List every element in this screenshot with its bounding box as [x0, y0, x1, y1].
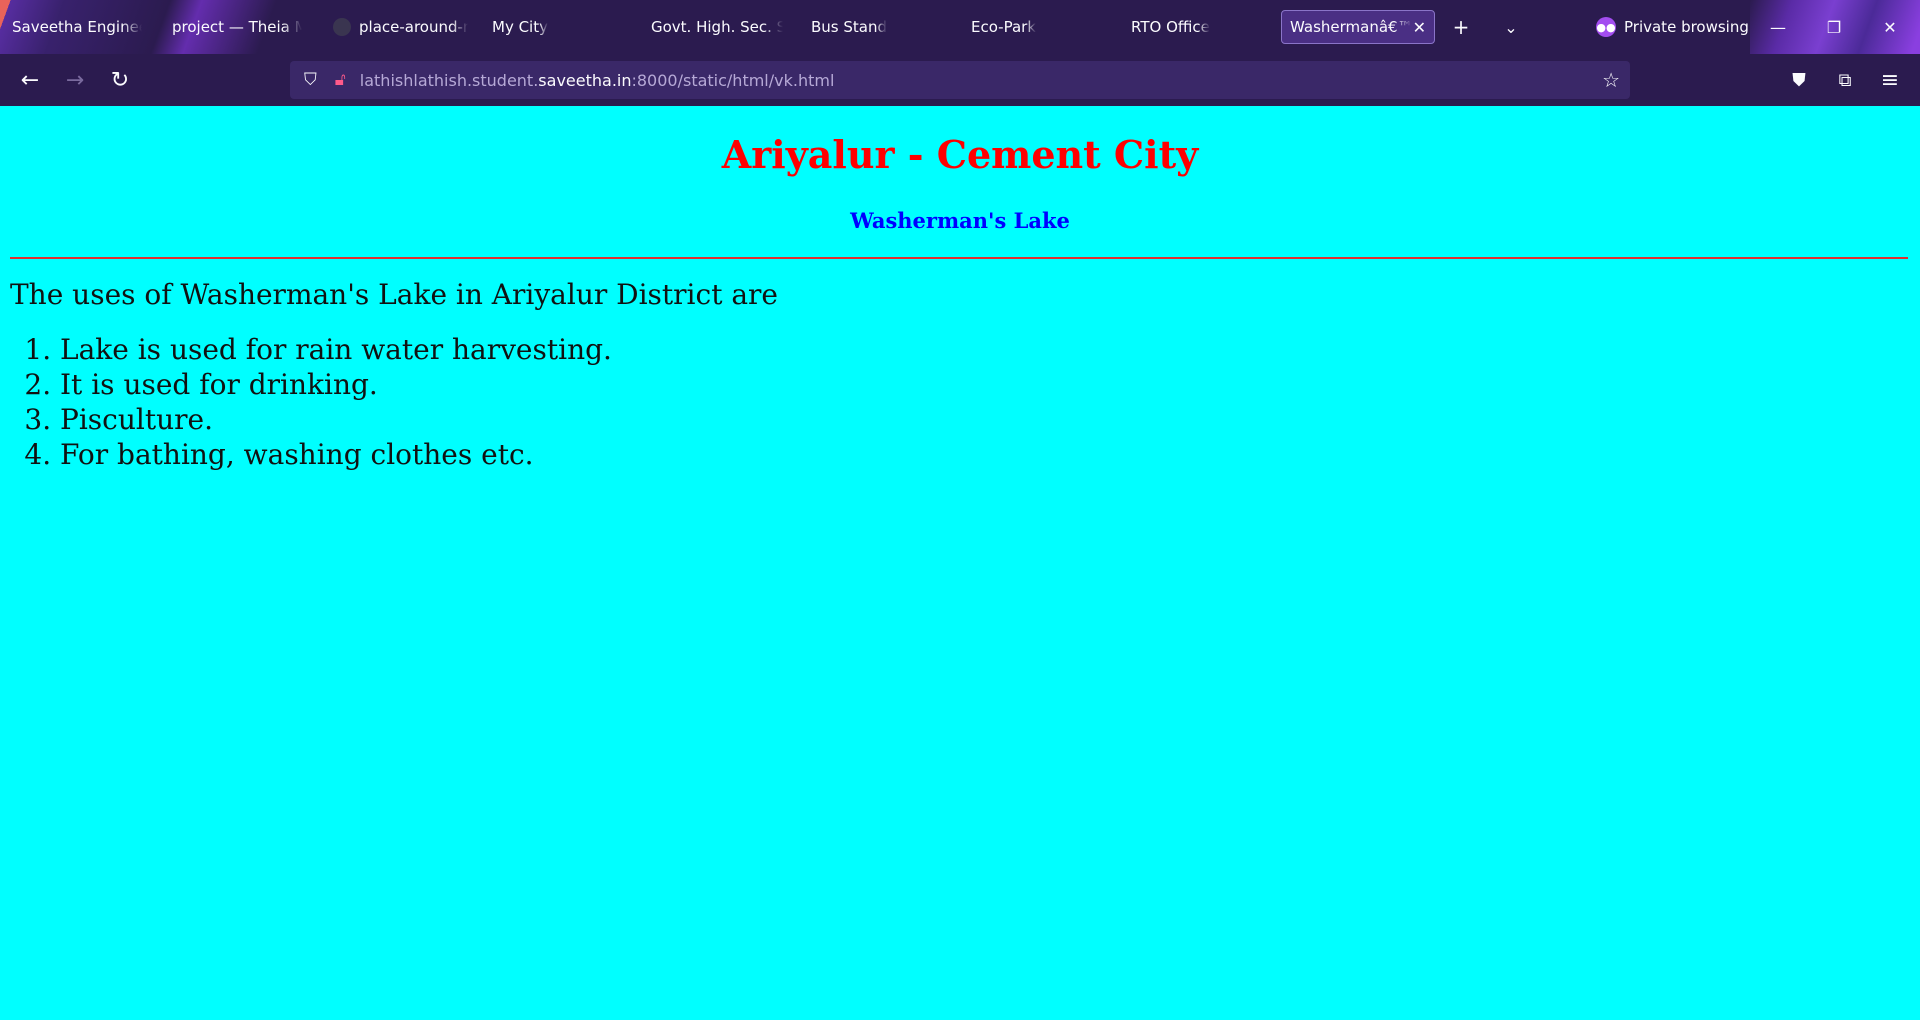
pocket-button[interactable]: ⛊ [1782, 63, 1816, 97]
list-item: Pisculture. [60, 402, 612, 437]
tab-label: Govt. High. Sec. School [651, 18, 783, 36]
pocket-icon: ⛊ [1792, 69, 1806, 91]
tab-label: Bus Stand [811, 18, 888, 36]
back-button[interactable]: ← [13, 63, 47, 97]
private-mask-icon: ●● [1596, 17, 1616, 37]
private-browsing-label: Private browsing [1624, 18, 1749, 36]
page-subtitle: Washerman's Lake [850, 208, 1070, 233]
tab-label: Eco-Park [971, 18, 1037, 36]
restore-icon: ❐ [1826, 17, 1842, 37]
tab-label: Saveetha Engineering College [12, 18, 142, 36]
tab-label: RTO Office [1131, 18, 1210, 36]
close-icon: ✕ [1883, 17, 1897, 37]
tab-my-city[interactable]: My City [492, 10, 622, 44]
extensions-button[interactable]: ⧉ [1828, 63, 1862, 97]
list-item: For bathing, washing clothes etc. [60, 437, 612, 472]
close-tab-icon[interactable]: ✕ [1413, 18, 1426, 37]
restore-button[interactable]: ❐ [1806, 0, 1862, 54]
minimize-icon: — [1770, 17, 1786, 37]
url-text[interactable]: lathishlathish.student.saveetha.in:8000/… [360, 71, 835, 90]
arrow-left-icon: ← [20, 67, 40, 93]
minimize-button[interactable]: — [1750, 0, 1806, 54]
tab-govt-school[interactable]: Govt. High. Sec. School [651, 10, 783, 44]
tab-label: project — Theia Multi [172, 18, 302, 36]
bookmark-star-icon[interactable]: ☆ [1602, 68, 1620, 92]
tab-theia[interactable]: project — Theia Multi [172, 10, 302, 44]
tab-label: place-around-my-city [359, 18, 468, 36]
intro-text: The uses of Washerman's Lake in Ariyalur… [10, 278, 778, 311]
page-title: Ariyalur - Cement City [721, 132, 1199, 177]
divider [10, 257, 1908, 259]
tab-bar: Saveetha Engineering College project — T… [0, 0, 1920, 54]
new-tab-button[interactable]: + [1444, 10, 1478, 44]
forward-button[interactable]: → [58, 63, 92, 97]
tab-place-around[interactable]: place-around-my-city [333, 10, 468, 44]
plus-icon: + [1452, 15, 1470, 39]
insecure-lock-icon[interactable]: 🔓︎ [335, 70, 346, 90]
tab-label: My City [492, 18, 548, 36]
tab-washermans-lake[interactable]: Washermanâ€™s ✕ [1281, 10, 1435, 44]
address-bar[interactable]: ⛉ 🔓︎ lathishlathish.student.saveetha.in:… [290, 61, 1630, 99]
uses-list: Lake is used for rain water harvesting. … [20, 332, 612, 472]
puzzle-icon: ⧉ [1838, 69, 1852, 91]
tab-label: Washermanâ€™s [1290, 18, 1413, 36]
list-all-tabs-button[interactable]: ⌄ [1494, 10, 1528, 44]
hamburger-menu-icon: ≡ [1880, 67, 1900, 93]
url-suffix: :8000/static/html/vk.html [631, 70, 835, 90]
reload-icon: ↻ [110, 67, 130, 93]
list-item: It is used for drinking. [60, 367, 612, 402]
github-icon [333, 18, 351, 36]
arrow-right-icon: → [65, 67, 85, 93]
tab-saveetha[interactable]: Saveetha Engineering College [12, 10, 142, 44]
tracking-protection-icon[interactable]: ⛉ [304, 70, 317, 90]
url-prefix: lathishlathish.student. [359, 70, 539, 90]
navigation-toolbar: ← → ↻ ⛉ 🔓︎ lathishlathish.student.saveet… [0, 54, 1920, 106]
close-window-button[interactable]: ✕ [1862, 0, 1918, 54]
list-item: Lake is used for rain water harvesting. [60, 332, 612, 367]
reload-button[interactable]: ↻ [103, 63, 137, 97]
tab-eco-park[interactable]: Eco-Park [971, 10, 1101, 44]
chevron-down-icon: ⌄ [1504, 17, 1518, 37]
url-domain: saveetha.in [538, 70, 632, 90]
tab-rto-office[interactable]: RTO Office [1131, 10, 1261, 44]
menu-button[interactable]: ≡ [1873, 63, 1907, 97]
tab-bus-stand[interactable]: Bus Stand [811, 10, 941, 44]
page-content: Ariyalur - Cement City Washerman's Lake … [0, 106, 1920, 1020]
private-browsing-indicator: ●● Private browsing [1596, 10, 1749, 44]
